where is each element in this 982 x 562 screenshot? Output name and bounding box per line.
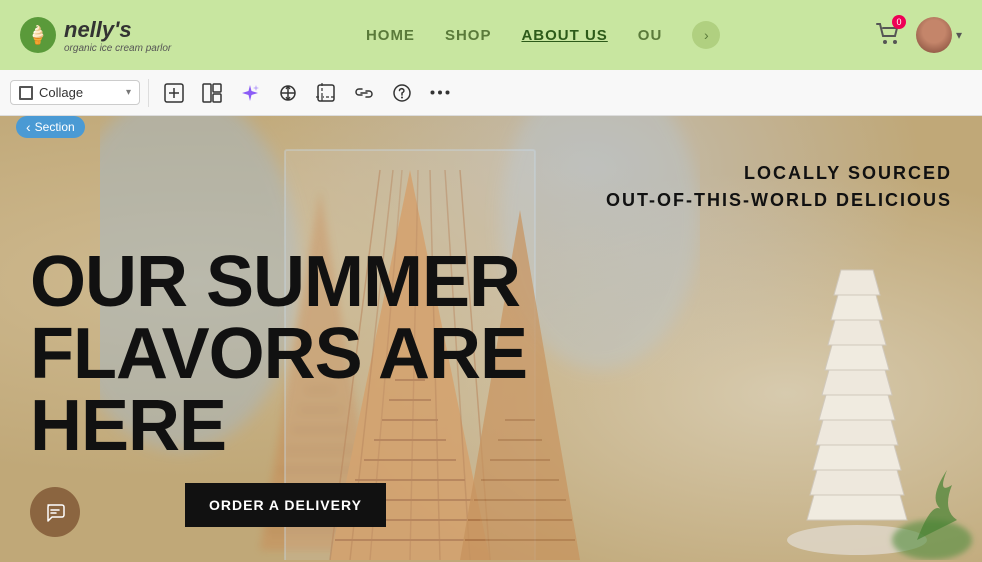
collage-dropdown-arrow: ▾ — [126, 87, 131, 98]
arrange-button[interactable] — [271, 76, 305, 110]
logo-name: nelly's — [64, 17, 171, 43]
section-badge[interactable]: Section — [16, 116, 85, 138]
crop-icon — [316, 83, 336, 103]
collage-selector[interactable]: Collage ▾ — [10, 80, 140, 105]
hero-title-line3: HERE — [30, 390, 527, 462]
section-label: Section — [35, 120, 75, 134]
more-dots-icon — [430, 90, 450, 95]
add-panel-icon — [164, 83, 184, 103]
cta-button[interactable]: ORDER A DELIVERY — [185, 483, 386, 527]
hero-title-line1: OUR SUMMER — [30, 246, 527, 318]
chat-button[interactable] — [30, 487, 80, 537]
layout-icon — [202, 83, 222, 103]
avatar-dropdown-arrow: ▾ — [956, 28, 962, 42]
link-icon — [354, 83, 374, 103]
nav-shop[interactable]: SHOP — [445, 27, 492, 44]
user-avatar[interactable]: ▾ — [916, 17, 962, 53]
collage-grid-icon — [19, 86, 33, 100]
hero-title-line2: FLAVORS ARE — [30, 318, 527, 390]
chat-icon — [44, 501, 66, 523]
ai-button[interactable] — [233, 76, 267, 110]
hero-right-text: LOCALLY SOURCED OUT-OF-THIS-WORLD DELICI… — [606, 160, 952, 214]
editor-toolbar: Collage ▾ — [0, 70, 982, 116]
hero-subtitle-line2: OUT-OF-THIS-WORLD DELICIOUS — [606, 187, 952, 214]
main-nav: HOME SHOP ABOUT US OU › — [211, 21, 875, 49]
nav-about[interactable]: ABOUT US — [521, 27, 607, 44]
ai-sparkle-icon — [240, 83, 260, 103]
logo-text: nelly's organic ice cream parlor — [64, 17, 171, 54]
add-panel-button[interactable] — [157, 76, 191, 110]
cups-image — [732, 200, 982, 560]
hero-subtitle: LOCALLY SOURCED OUT-OF-THIS-WORLD DELICI… — [606, 160, 952, 214]
cart-badge: 0 — [892, 15, 906, 29]
arrange-icon — [278, 83, 298, 103]
site-header: 🍦 nelly's organic ice cream parlor HOME … — [0, 0, 982, 70]
nav-ou[interactable]: OU — [638, 27, 663, 44]
cta-label: ORDER A DELIVERY — [209, 497, 362, 513]
help-button[interactable] — [385, 76, 419, 110]
hero-main-text: OUR SUMMER FLAVORS ARE HERE — [30, 246, 527, 462]
hero-subtitle-line1: LOCALLY SOURCED — [606, 160, 952, 187]
nav-more-arrow[interactable]: › — [692, 21, 720, 49]
more-options-button[interactable] — [423, 76, 457, 110]
collage-label: Collage — [39, 85, 83, 100]
hero-title: OUR SUMMER FLAVORS ARE HERE — [30, 246, 527, 462]
cart-button[interactable]: 0 — [875, 20, 901, 51]
avatar-image — [916, 17, 952, 53]
help-icon — [392, 83, 412, 103]
layout-button[interactable] — [195, 76, 229, 110]
toolbar-divider-1 — [148, 79, 149, 107]
logo-area[interactable]: 🍦 nelly's organic ice cream parlor — [20, 17, 171, 54]
header-right: 0 ▾ — [875, 17, 962, 53]
logo-subtitle: organic ice cream parlor — [64, 43, 171, 54]
logo-icon: 🍦 — [20, 17, 56, 53]
link-button[interactable] — [347, 76, 381, 110]
crop-button[interactable] — [309, 76, 343, 110]
nav-home[interactable]: HOME — [366, 27, 415, 44]
